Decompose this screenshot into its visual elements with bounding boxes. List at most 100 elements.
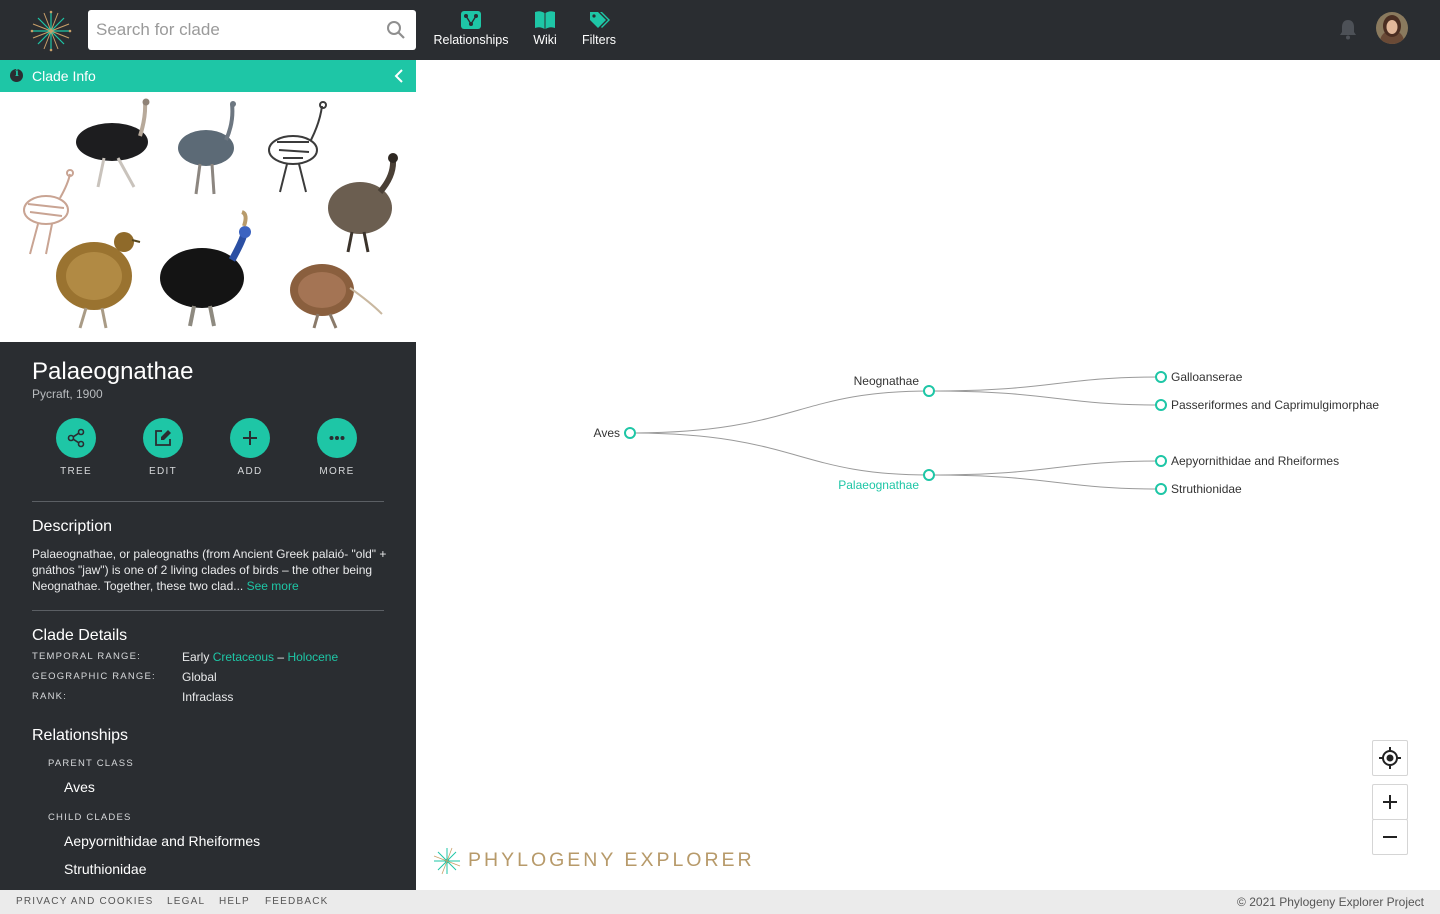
zoom-in-button[interactable] <box>1372 784 1408 820</box>
rank-row: RANK: Infraclass <box>32 690 392 706</box>
temporal-from-link[interactable]: Cretaceous <box>213 650 274 664</box>
phylogeny-logo-icon <box>433 847 461 875</box>
add-button-circle[interactable] <box>230 418 270 458</box>
see-more-link[interactable]: See more <box>247 579 299 593</box>
tree-node[interactable] <box>1155 371 1167 383</box>
footer-link-legal[interactable]: LEGAL <box>167 896 205 907</box>
edit-button[interactable]: EDIT <box>133 418 193 477</box>
nav-relationships[interactable]: Relationships <box>432 10 510 47</box>
relationships-heading: Relationships <box>32 727 129 744</box>
user-avatar[interactable] <box>1376 12 1408 44</box>
clade-name: Palaeognathae <box>32 358 194 385</box>
tree-node[interactable] <box>624 427 636 439</box>
edit-button-circle[interactable] <box>143 418 183 458</box>
more-button[interactable]: MORE <box>307 418 367 477</box>
clade-details-heading: Clade Details <box>32 627 128 644</box>
bell-icon[interactable] <box>1338 18 1358 40</box>
footer-link-help[interactable]: HELP <box>219 896 250 907</box>
share-tree-icon <box>67 428 85 448</box>
clade-info-title: Clade Info <box>32 68 96 84</box>
branch-aves-neognathae <box>629 390 930 434</box>
geographic-range-row: GEOGRAPHIC RANGE: Global <box>32 670 392 686</box>
branch-neognathae-galloanserae <box>928 376 1162 392</box>
top-bar: Relationships Wiki Filters <box>0 0 1440 60</box>
brand-name: PHYLOGENY EXPLORER <box>468 849 755 871</box>
description-body: Palaeognathae, or paleognaths (from Anci… <box>32 547 387 593</box>
search-box <box>88 10 416 50</box>
minus-icon <box>1383 836 1397 838</box>
more-button-label: MORE <box>319 466 355 477</box>
tree-node[interactable] <box>1155 399 1167 411</box>
tree-node-label[interactable]: Passeriformes and Caprimulgimorphae <box>1171 398 1379 412</box>
tree-node[interactable] <box>923 469 935 481</box>
tree-node-label-selected[interactable]: Palaeognathae <box>838 478 919 492</box>
avatar-image <box>1376 12 1408 44</box>
branch-palaeognathae-aepyornithidae <box>928 460 1162 476</box>
edit-icon <box>155 430 171 446</box>
child-clade-link[interactable]: Aepyornithidae and Rheiformes <box>64 833 260 849</box>
parent-clade-link[interactable]: Aves <box>64 779 95 795</box>
tree-button-circle[interactable] <box>56 418 96 458</box>
temporal-range-label: TEMPORAL RANGE: <box>32 651 141 662</box>
relationships-icon <box>461 11 481 29</box>
nav-relationships-label: Relationships <box>433 33 509 47</box>
description-text: Palaeognathae, or paleognaths (from Anci… <box>32 546 388 594</box>
copyright-text: © 2021 Phylogeny Explorer Project <box>1237 895 1424 909</box>
clade-info-panel: Clade Info <box>0 60 416 890</box>
nav-filters-label: Filters <box>581 33 617 47</box>
recenter-button[interactable] <box>1372 740 1408 776</box>
add-button-label: ADD <box>237 466 263 477</box>
more-dots-icon <box>329 436 345 440</box>
tree-button[interactable]: TREE <box>46 418 106 477</box>
footer-link-privacy[interactable]: PRIVACY AND COOKIES <box>16 896 153 907</box>
branch-aves-palaeognathae <box>629 432 930 476</box>
book-icon <box>535 11 555 29</box>
temporal-to-link[interactable]: Holocene <box>287 650 338 664</box>
tree-button-label: TREE <box>60 466 92 477</box>
temporal-separator: – <box>277 650 285 664</box>
geographic-range-value: Global <box>182 670 217 684</box>
add-button[interactable]: ADD <box>220 418 280 477</box>
chevron-left-icon[interactable] <box>394 69 404 83</box>
birds-illustration <box>23 98 398 329</box>
child-clade-link[interactable]: Struthionidae <box>64 861 147 877</box>
tree-node-label[interactable]: Galloanserae <box>1171 370 1243 384</box>
clade-author: Pycraft, 1900 <box>32 387 103 401</box>
phylogeny-tree[interactable]: Aves Neognathae Palaeognathae Galloanser… <box>416 60 1440 890</box>
nav-filters[interactable]: Filters <box>580 10 618 47</box>
footer-link-feedback[interactable]: FEEDBACK <box>265 896 329 907</box>
branch-palaeognathae-struthionidae <box>928 474 1162 490</box>
parent-class-label: PARENT CLASS <box>48 758 134 769</box>
rank-value: Infraclass <box>182 690 234 704</box>
nav-wiki[interactable]: Wiki <box>528 10 562 47</box>
phylogeny-logo-icon[interactable] <box>30 10 72 52</box>
search-input[interactable] <box>96 10 376 50</box>
tree-node[interactable] <box>923 385 935 397</box>
edit-button-label: EDIT <box>149 466 177 477</box>
tree-node-label[interactable]: Aepyornithidae and Rheiformes <box>1171 454 1339 468</box>
geographic-range-label: GEOGRAPHIC RANGE: <box>32 671 156 682</box>
divider <box>32 501 384 502</box>
more-button-circle[interactable] <box>317 418 357 458</box>
brand-logo: PHYLOGENY EXPLORER <box>432 846 752 875</box>
temporal-range-row: TEMPORAL RANGE: Early Cretaceous – Holoc… <box>32 650 392 666</box>
footer: PRIVACY AND COOKIES LEGAL HELP FEEDBACK … <box>0 890 1440 914</box>
tree-node-label[interactable]: Struthionidae <box>1171 482 1242 496</box>
tree-node-label[interactable]: Aves <box>594 426 620 440</box>
clade-info-header: Clade Info <box>0 60 416 92</box>
child-clades-label: CHILD CLADES <box>48 812 132 823</box>
tree-node-label[interactable]: Neognathae <box>854 374 920 388</box>
tree-canvas[interactable]: Aves Neognathae Palaeognathae Galloanser… <box>416 60 1440 890</box>
tags-icon <box>590 12 610 28</box>
description-heading: Description <box>32 518 113 535</box>
clade-image <box>0 92 416 342</box>
divider <box>32 610 384 611</box>
tree-node[interactable] <box>1155 455 1167 467</box>
tree-node[interactable] <box>1155 483 1167 495</box>
nav-wiki-label: Wiki <box>533 33 557 47</box>
search-icon[interactable] <box>386 20 406 40</box>
rank-label: RANK: <box>32 691 68 702</box>
temporal-range-value: Early Cretaceous – Holocene <box>182 650 338 664</box>
zoom-out-button[interactable] <box>1372 819 1408 855</box>
plus-icon <box>1383 795 1397 809</box>
